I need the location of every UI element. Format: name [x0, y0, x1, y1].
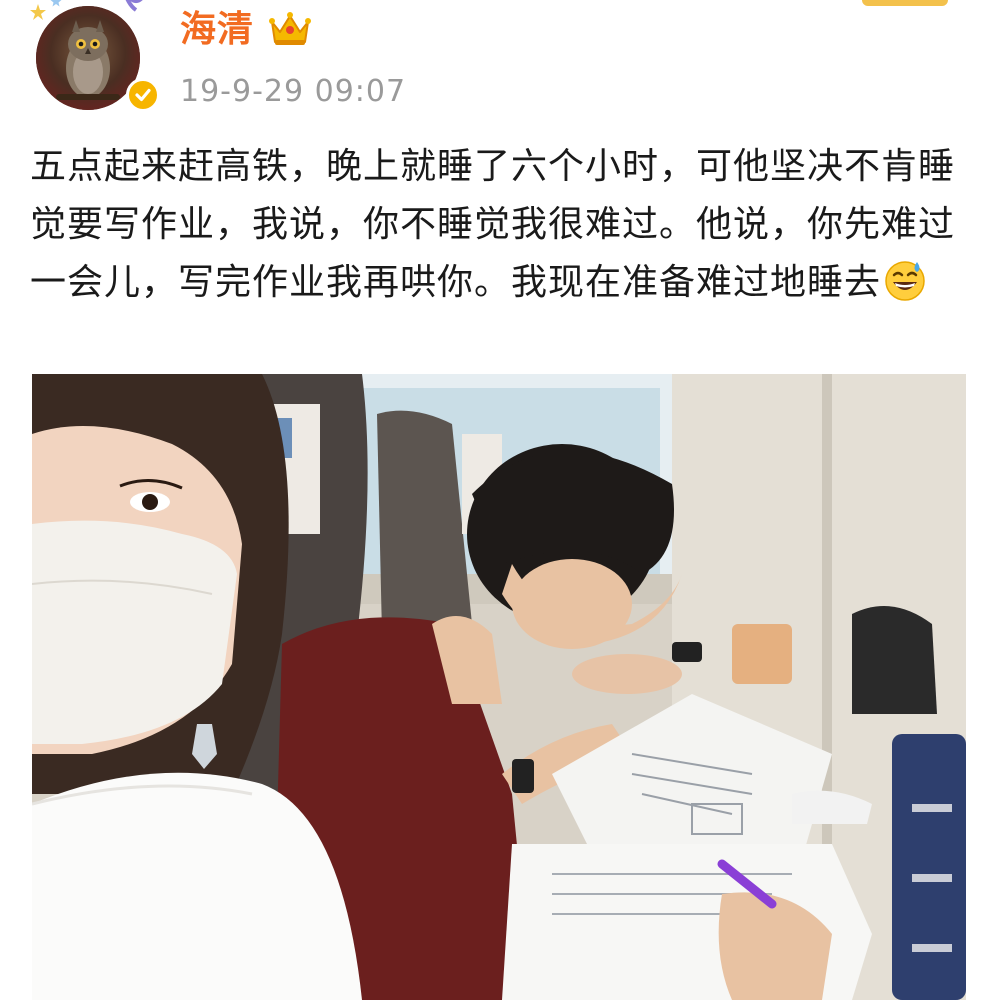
verified-badge	[126, 78, 160, 112]
username[interactable]: 海清	[180, 6, 254, 54]
weibo-post: 海清 19-9-29 09:07 五点起来赶高铁，晚上就睡了六个小时，可他坚决不…	[0, 0, 1000, 1000]
post-photo[interactable]	[32, 374, 966, 1000]
verified-check-icon	[135, 88, 151, 102]
post-body-text: 五点起来赶高铁，晚上就睡了六个小时，可他坚决不肯睡觉要写作业，我说，你不睡觉我很…	[30, 146, 956, 303]
grinning-sweat-emoji-icon	[885, 261, 925, 301]
post-text-block: 五点起来赶高铁，晚上就睡了六个小时，可他坚决不肯睡觉要写作业，我说，你不睡觉我很…	[30, 138, 970, 312]
train-homework-photo-image	[32, 374, 966, 1000]
avatar-container[interactable]	[30, 0, 160, 118]
crown-icon	[269, 12, 311, 45]
avatar-decoration-icon	[30, 0, 143, 20]
cropped-top-bar	[862, 0, 948, 6]
post-timestamp[interactable]: 19-9-29 09:07	[180, 72, 406, 112]
